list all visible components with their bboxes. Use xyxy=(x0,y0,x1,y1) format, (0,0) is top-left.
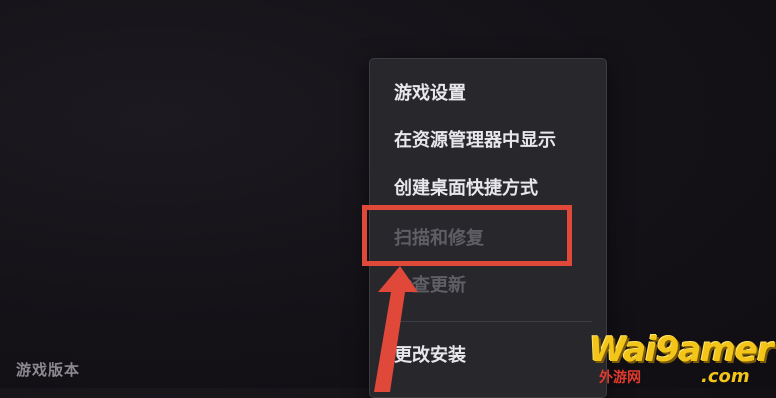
watermark-sub-cn: 外游网 xyxy=(599,370,641,386)
menu-item-show-in-explorer[interactable]: 在资源管理器中显示 xyxy=(394,129,556,153)
launcher-window: 游戏版本 游戏设置 在资源管理器中显示 创建桌面快捷方式 扫描和修复 检查更新 … xyxy=(0,0,776,398)
menu-divider xyxy=(394,321,592,322)
watermark-subtitle: 外游网 .com xyxy=(599,368,750,387)
menu-item-create-desktop-shortcut[interactable]: 创建桌面快捷方式 xyxy=(394,177,538,201)
watermark-logo: Wai9amer 外游网 .com xyxy=(585,330,776,388)
watermark-brand: Wai9amer xyxy=(589,330,774,370)
watermark-sub-domain: .com xyxy=(701,366,750,387)
annotation-highlight-box xyxy=(362,205,572,266)
annotation-arrow-icon xyxy=(374,266,418,392)
menu-item-game-settings[interactable]: 游戏设置 xyxy=(394,82,466,106)
game-version-label: 游戏版本 xyxy=(16,361,81,379)
